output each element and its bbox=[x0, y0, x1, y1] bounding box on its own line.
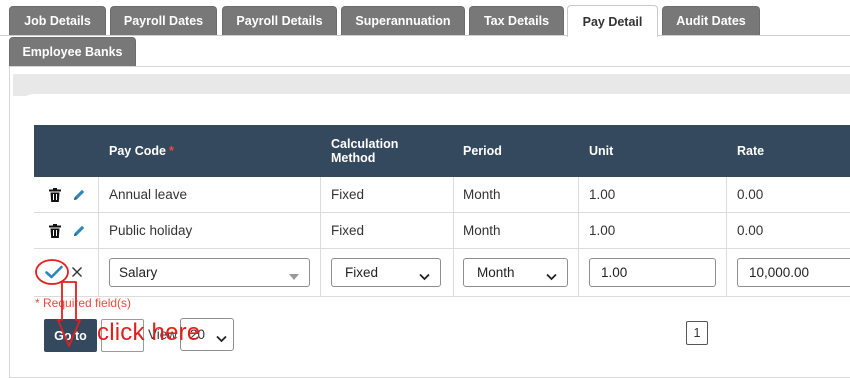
calc-method-header-line2: Method bbox=[331, 151, 376, 165]
column-header-pay-code[interactable]: Pay Code * bbox=[109, 125, 174, 177]
pay-code-header-label: Pay Code bbox=[109, 144, 166, 158]
edit-pencil-icon[interactable] bbox=[71, 187, 87, 203]
edit-pencil-icon[interactable] bbox=[71, 223, 87, 239]
column-divider bbox=[98, 177, 99, 212]
column-header-calculation-method[interactable]: Calculation Method bbox=[331, 125, 398, 177]
column-divider bbox=[726, 249, 727, 296]
pay-code-cell: Annual leave bbox=[109, 187, 188, 202]
tab-payroll-dates[interactable]: Payroll Dates bbox=[110, 6, 217, 35]
unit-cell: 1.00 bbox=[589, 223, 616, 238]
column-divider bbox=[320, 177, 321, 212]
tab-superannuation[interactable]: Superannuation bbox=[341, 6, 465, 35]
tab-employee-banks[interactable]: Employee Banks bbox=[9, 37, 136, 66]
rate-header-label: Rate bbox=[737, 144, 765, 158]
column-divider bbox=[453, 213, 454, 248]
period-cell: Month bbox=[463, 187, 501, 202]
pagination-page-1[interactable]: 1 bbox=[686, 321, 708, 345]
calc-method-cell: Fixed bbox=[331, 223, 365, 238]
calc-method-header-line1: Calculation bbox=[331, 137, 399, 151]
chevron-down-icon bbox=[289, 269, 299, 284]
column-divider bbox=[578, 177, 579, 212]
tab-bar: Job Details Payroll Dates Payroll Detail… bbox=[0, 0, 850, 66]
table-row: Annual leave Fixed Month 1.00 0.00 bbox=[34, 177, 850, 213]
table-header: Pay Code * Calculation Method Period Uni… bbox=[34, 125, 850, 177]
column-divider bbox=[320, 213, 321, 248]
column-divider bbox=[98, 249, 99, 296]
required-asterisk: * bbox=[168, 144, 174, 158]
unit-input-value: 1.00 bbox=[601, 265, 628, 280]
unit-cell: 1.00 bbox=[589, 187, 616, 202]
check-icon[interactable] bbox=[44, 263, 64, 281]
tab-job-details[interactable]: Job Details bbox=[9, 6, 106, 35]
column-divider bbox=[453, 249, 454, 296]
tab-pay-detail[interactable]: Pay Detail bbox=[567, 5, 658, 37]
column-divider bbox=[320, 249, 321, 296]
panel-header-band bbox=[13, 74, 850, 96]
column-divider bbox=[453, 177, 454, 212]
period-select-value: Month bbox=[477, 265, 515, 280]
pay-code-select[interactable]: Salary bbox=[109, 258, 310, 287]
unit-header-label: Unit bbox=[589, 144, 614, 158]
column-header-rate[interactable]: Rate bbox=[737, 125, 764, 177]
column-divider bbox=[98, 213, 99, 248]
close-icon[interactable] bbox=[70, 264, 84, 280]
click-here-annotation: click here bbox=[97, 319, 201, 346]
calculation-method-select[interactable]: Fixed bbox=[331, 258, 441, 287]
calc-method-cell: Fixed bbox=[331, 187, 365, 202]
trash-icon[interactable] bbox=[48, 223, 62, 239]
required-fields-note: * Required field(s) bbox=[35, 296, 132, 310]
trash-icon[interactable] bbox=[48, 187, 62, 203]
column-divider bbox=[726, 177, 727, 212]
rate-input[interactable]: 10,000.00 bbox=[737, 258, 850, 287]
tab-audit-dates[interactable]: Audit Dates bbox=[662, 6, 760, 35]
pay-detail-table: Pay Code * Calculation Method Period Uni… bbox=[34, 125, 850, 297]
table-row: Public holiday Fixed Month 1.00 0.00 bbox=[34, 213, 850, 249]
rate-cell: 0.00 bbox=[737, 187, 764, 202]
chevron-down-icon bbox=[419, 269, 430, 284]
calc-method-select-value: Fixed bbox=[345, 265, 379, 280]
period-header-label: Period bbox=[463, 144, 502, 158]
period-select[interactable]: Month bbox=[463, 258, 568, 287]
goto-button[interactable]: Go to bbox=[44, 319, 97, 352]
column-divider bbox=[578, 213, 579, 248]
column-header-period[interactable]: Period bbox=[463, 125, 502, 177]
chevron-down-icon bbox=[216, 331, 227, 346]
period-cell: Month bbox=[463, 223, 501, 238]
rate-input-value: 10,000.00 bbox=[749, 265, 810, 280]
rate-cell: 0.00 bbox=[737, 223, 764, 238]
unit-input[interactable]: 1.00 bbox=[589, 258, 716, 287]
pay-code-select-value: Salary bbox=[119, 265, 158, 280]
chevron-down-icon bbox=[546, 269, 557, 284]
tab-tax-details[interactable]: Tax Details bbox=[469, 6, 564, 35]
column-divider bbox=[578, 249, 579, 296]
tab-payroll-details[interactable]: Payroll Details bbox=[222, 6, 337, 35]
column-header-unit[interactable]: Unit bbox=[589, 125, 613, 177]
column-divider bbox=[726, 213, 727, 248]
edit-row: Salary Fixed Month 1.00 10,000.00 bbox=[34, 249, 850, 297]
pay-code-cell: Public holiday bbox=[109, 223, 193, 238]
tab-divider bbox=[0, 35, 850, 36]
